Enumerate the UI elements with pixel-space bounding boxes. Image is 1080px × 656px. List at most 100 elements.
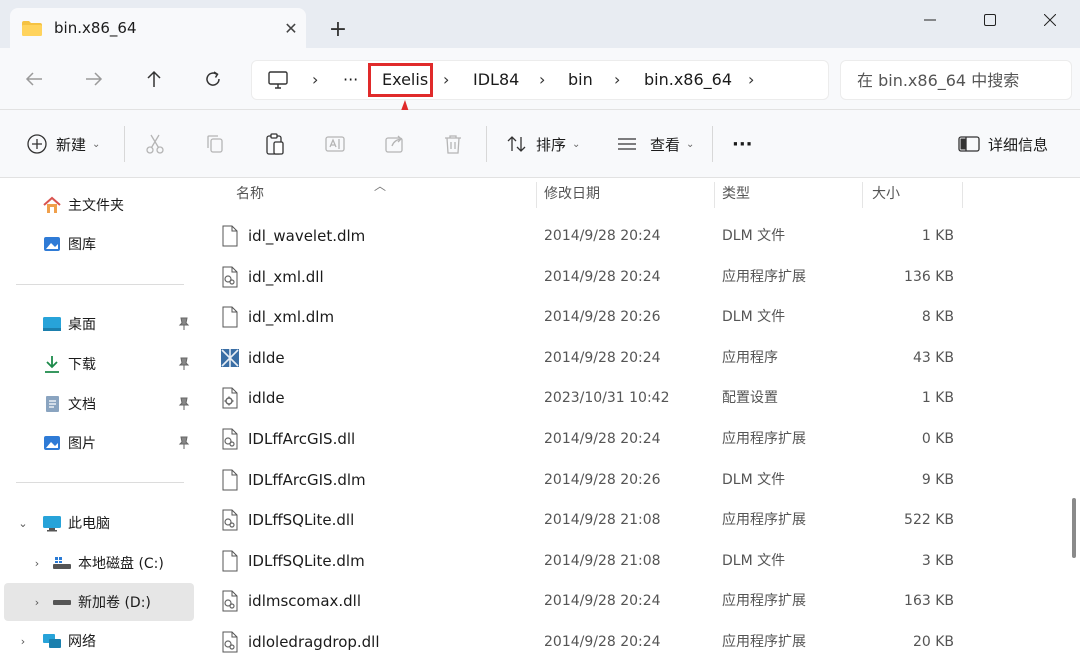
file-date: 2014/9/28 20:24 <box>544 228 661 244</box>
blank-file-icon <box>220 469 240 491</box>
file-row[interactable]: idlde 2023/10/31 10:42 配置设置 1 KB <box>214 378 974 418</box>
search-input[interactable] <box>857 70 1071 90</box>
view-button[interactable]: 查看 ⌄ <box>614 128 694 160</box>
file-row[interactable]: idlmscomax.dll 2014/9/28 20:24 应用程序扩展 163 K… <box>214 581 974 621</box>
breadcrumb-overflow[interactable]: ··· <box>343 61 358 101</box>
arrow-left-icon <box>25 72 42 86</box>
dll-file-icon <box>220 266 240 288</box>
column-header-size[interactable]: 大小 <box>868 178 964 212</box>
sidebar-item-pictures[interactable]: 图片 <box>4 424 194 462</box>
sidebar-item-downloads[interactable]: 下载 <box>4 345 194 383</box>
sidebar-item-this-pc[interactable]: ⌄ 此电脑 <box>4 504 194 542</box>
breadcrumb-separator[interactable]: › <box>539 61 545 101</box>
breadcrumb-idl84[interactable]: IDL84 <box>473 61 519 101</box>
column-divider[interactable] <box>714 182 715 208</box>
sidebar-item-label: 图库 <box>68 237 96 253</box>
dll-file-icon <box>220 509 240 531</box>
refresh-button[interactable] <box>195 62 231 96</box>
sidebar-item-documents[interactable]: 文档 <box>4 385 194 423</box>
column-header-name[interactable]: 名称 ︿ <box>232 178 532 212</box>
chevron-right-icon[interactable]: › <box>26 596 48 609</box>
sidebar-item-label: 新加卷 (D:) <box>78 595 151 611</box>
file-row[interactable]: idloledragdrop.dll 2014/9/28 20:24 应用程序扩展 2… <box>214 622 974 656</box>
file-row[interactable]: IDLffArcGIS.dll 2014/9/28 20:24 应用程序扩展 0 KB <box>214 419 974 459</box>
maximize-icon <box>984 14 996 26</box>
forward-button[interactable] <box>76 62 112 96</box>
column-header-date[interactable]: 修改日期 <box>540 178 716 212</box>
breadcrumb-bin[interactable]: bin <box>568 61 593 101</box>
file-row[interactable]: IDLffArcGIS.dlm 2014/9/28 20:26 DLM 文件 9 KB <box>214 460 974 500</box>
sidebar-divider <box>16 284 184 285</box>
file-row[interactable]: IDLffSQLite.dlm 2014/9/28 21:08 DLM 文件 3 KB <box>214 541 974 581</box>
address-bar[interactable]: › ··· Exelis › IDL84 › bin › bin.x86_64 … <box>251 60 829 100</box>
copy-button[interactable] <box>202 128 228 160</box>
new-button[interactable]: 新建 ⌄ <box>24 128 100 160</box>
sidebar-item-home[interactable]: 主文件夹 <box>4 186 194 224</box>
close-tab-icon[interactable]: ✕ <box>276 19 306 38</box>
rename-button[interactable] <box>322 128 348 160</box>
sort-icon <box>504 131 530 157</box>
column-header-type[interactable]: 类型 <box>718 178 858 212</box>
desktop-icon <box>42 314 62 334</box>
file-name: idloledragdrop.dll <box>248 633 380 651</box>
maximize-button[interactable] <box>960 4 1020 36</box>
tab-bin-x86-64[interactable]: bin.x86_64 ✕ <box>10 8 306 48</box>
gallery-icon <box>42 234 62 254</box>
navigation-pane: 主文件夹 图库 桌面 下载 文档 图片 ⌄ 此电脑 › 本地磁盘 (C:) › … <box>0 178 196 656</box>
share-icon <box>382 131 408 157</box>
cut-button[interactable] <box>142 128 168 160</box>
breadcrumb-separator[interactable]: › <box>443 61 449 101</box>
download-icon <box>42 354 62 374</box>
close-icon <box>1044 14 1056 26</box>
chevron-down-icon: ⌄ <box>572 138 581 150</box>
computer-icon <box>268 71 288 89</box>
share-button[interactable] <box>382 128 408 160</box>
home-icon <box>42 195 62 215</box>
new-tab-button[interactable]: + <box>324 16 352 44</box>
sidebar-item-drive-d[interactable]: › 新加卷 (D:) <box>4 583 194 621</box>
close-window-button[interactable] <box>1020 4 1080 36</box>
file-row[interactable]: IDLffSQLite.dll 2014/9/28 21:08 应用程序扩展 522 … <box>214 500 974 540</box>
details-pane-button[interactable]: 详细信息 <box>956 128 1048 160</box>
view-list-icon <box>614 131 640 157</box>
up-button[interactable] <box>136 62 172 96</box>
more-options-button[interactable]: ··· <box>732 128 753 160</box>
search-box[interactable] <box>840 60 1072 100</box>
file-row[interactable]: idl_wavelet.dlm 2014/9/28 20:24 DLM 文件 1 KB <box>214 216 974 256</box>
file-size: 20 KB <box>912 634 954 650</box>
column-divider[interactable] <box>862 182 863 208</box>
file-date: 2023/10/31 10:42 <box>544 390 670 407</box>
column-header-label: 名称 <box>236 186 264 202</box>
file-size: 9 KB <box>921 471 954 488</box>
vertical-scrollbar[interactable] <box>1072 498 1076 558</box>
file-row[interactable]: idl_xml.dll 2014/9/28 20:24 应用程序扩展 136 KB <box>214 257 974 297</box>
clipboard-icon <box>262 131 288 157</box>
breadcrumb-bin-x86-64[interactable]: bin.x86_64 <box>644 61 732 101</box>
breadcrumb-separator[interactable]: › <box>614 61 620 101</box>
sidebar-item-drive-c[interactable]: › 本地磁盘 (C:) <box>4 544 194 582</box>
sort-button[interactable]: 排序 ⌄ <box>504 128 580 160</box>
delete-button[interactable] <box>440 128 466 160</box>
column-divider[interactable] <box>536 182 537 208</box>
sidebar-item-label: 此电脑 <box>68 516 110 532</box>
sidebar-item-network[interactable]: › 网络 <box>4 622 194 656</box>
back-button[interactable] <box>16 62 52 96</box>
breadcrumb-separator[interactable]: › <box>748 61 754 101</box>
title-bar: bin.x86_64 ✕ + <box>0 0 1080 48</box>
sidebar-item-label: 图片 <box>68 436 96 452</box>
column-divider[interactable] <box>962 182 963 208</box>
file-row[interactable]: idlde 2014/9/28 20:24 应用程序 43 KB <box>214 338 974 378</box>
view-label: 查看 <box>650 135 681 154</box>
chevron-right-icon[interactable]: › <box>26 557 48 570</box>
chevron-right-icon[interactable]: › <box>12 635 34 648</box>
paste-button[interactable] <box>262 128 288 160</box>
navigation-bar: › ··· Exelis › IDL84 › bin › bin.x86_64 … <box>0 48 1080 110</box>
chevron-down-icon: ⌄ <box>92 138 101 150</box>
chevron-down-icon[interactable]: ⌄ <box>12 517 34 530</box>
minimize-button[interactable] <box>900 4 960 36</box>
sidebar-item-gallery[interactable]: 图库 <box>4 225 194 263</box>
file-row[interactable]: idl_xml.dlm 2014/9/28 20:26 DLM 文件 8 KB <box>214 297 974 337</box>
file-type: 应用程序扩展 <box>722 268 806 285</box>
sidebar-item-desktop[interactable]: 桌面 <box>4 305 194 343</box>
file-date: 2014/9/28 20:24 <box>544 593 661 610</box>
